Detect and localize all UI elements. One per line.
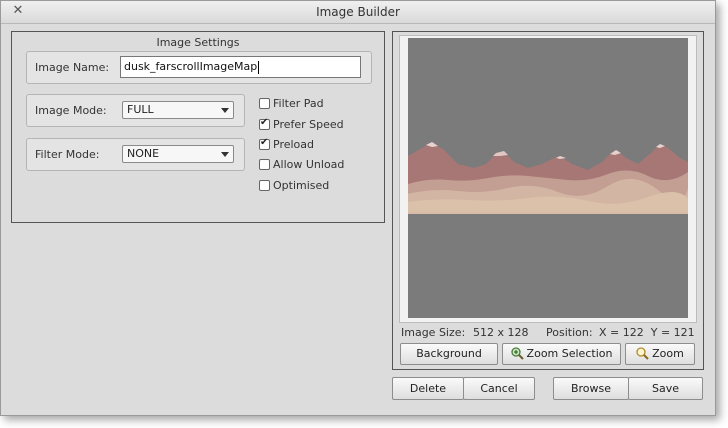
allow-unload-checkbox[interactable]: Allow Unload xyxy=(259,158,344,171)
chevron-down-icon xyxy=(221,108,229,113)
optimised-checkbox[interactable]: Optimised xyxy=(259,179,329,192)
checkbox-label: Preload xyxy=(273,138,314,151)
delete-label: Delete xyxy=(409,382,447,395)
delete-button[interactable]: Delete xyxy=(392,377,464,400)
cancel-label: Cancel xyxy=(480,382,518,395)
image-size-label: Image Size: xyxy=(401,326,466,339)
checkbox-box[interactable] xyxy=(259,180,270,191)
magnifier-icon xyxy=(636,347,649,360)
prefer-speed-checkbox[interactable]: Prefer Speed xyxy=(259,117,344,131)
image-name-input[interactable]: dusk_farscrollImageMap xyxy=(120,56,361,78)
checkbox-label: Allow Unload xyxy=(273,158,345,171)
text-caret xyxy=(258,60,260,74)
image-mode-value: FULL xyxy=(127,103,154,116)
image-name-value: dusk_farscrollImageMap xyxy=(124,60,258,73)
filter-mode-select[interactable]: NONE xyxy=(122,145,234,163)
background-button-label: Background xyxy=(416,347,482,360)
title-bar: ✕ Image Builder xyxy=(1,1,715,24)
save-label: Save xyxy=(651,382,679,395)
checkbox-box[interactable] xyxy=(259,98,270,109)
landscape-image xyxy=(408,38,688,318)
checkbox-label: Filter Pad xyxy=(273,97,324,110)
position-label: Position: xyxy=(546,326,593,339)
window-title: Image Builder xyxy=(316,5,400,19)
filter-mode-value: NONE xyxy=(127,147,160,160)
magnifier-plus-icon xyxy=(510,347,524,360)
zoom-selection-label: Zoom Selection xyxy=(526,347,613,360)
image-mode-select[interactable]: FULL xyxy=(122,101,234,119)
checkbox-label: Optimised xyxy=(273,179,330,192)
panel-title: Image Settings xyxy=(156,36,240,49)
chevron-down-icon xyxy=(221,152,229,157)
browse-label: Browse xyxy=(570,382,612,395)
zoom-button[interactable]: Zoom xyxy=(625,343,695,365)
image-builder-window: ✕ Image Builder Image Settings Image Nam… xyxy=(0,0,716,416)
image-name-label: Image Name: xyxy=(35,61,110,74)
image-size-value: 512 x 128 xyxy=(473,326,529,339)
position-value: X = 122 Y = 121 xyxy=(599,326,695,339)
filter-mode-label: Filter Mode: xyxy=(35,148,100,161)
zoom-label: Zoom xyxy=(652,347,684,360)
browse-button[interactable]: Browse xyxy=(553,377,629,400)
filter-pad-checkbox[interactable]: Filter Pad xyxy=(259,97,324,110)
save-button[interactable]: Save xyxy=(628,377,703,400)
background-button[interactable]: Background xyxy=(400,343,498,365)
cancel-button[interactable]: Cancel xyxy=(463,377,535,400)
checkbox-box[interactable] xyxy=(259,117,270,130)
image-mode-label: Image Mode: xyxy=(35,104,107,117)
checkbox-label: Prefer Speed xyxy=(273,118,344,131)
zoom-selection-button[interactable]: Zoom Selection xyxy=(502,343,621,365)
image-preview[interactable] xyxy=(408,38,688,318)
preload-checkbox[interactable]: Preload xyxy=(259,137,314,151)
checkbox-box[interactable] xyxy=(259,159,270,170)
checkbox-box[interactable] xyxy=(259,137,270,150)
